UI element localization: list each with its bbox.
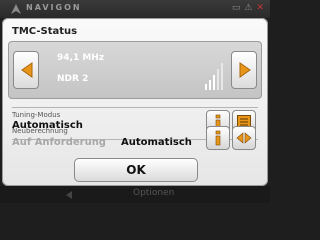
- options-menu[interactable]: Optionen: [133, 188, 174, 198]
- recalc-label: Neuberechnung: [12, 127, 68, 135]
- recalc-on-demand-option: Auf Anforderung: [12, 137, 106, 148]
- arrow-right-icon: [239, 62, 251, 78]
- frequency-text: 94,1 MHz: [57, 53, 105, 63]
- station-panel: 94,1 MHz NDR 2: [8, 41, 262, 99]
- brand-name: NAVIGON: [26, 3, 82, 12]
- recalc-value: Automatisch: [121, 137, 192, 148]
- tuning-mode-label: Tuning-Modus: [12, 111, 61, 119]
- recalc-toggle-button[interactable]: [232, 126, 256, 150]
- top-bar: NAVIGON ▭ ⚠ ✕: [0, 0, 270, 18]
- signal-strength-icon: [205, 63, 223, 90]
- navigon-logo-icon: [11, 4, 21, 14]
- toggle-arrows-icon: [236, 132, 252, 144]
- tmc-status-dialog: TMC-Status 94,1 MHz NDR 2 Tuning-Modus A…: [2, 18, 268, 186]
- arrow-left-icon: [21, 62, 33, 78]
- divider: [12, 107, 258, 108]
- next-station-button[interactable]: [231, 51, 257, 89]
- station-name: NDR 2: [57, 74, 89, 84]
- no-gps-icon: ✕: [256, 3, 264, 13]
- tmc-status-icon: ▭: [231, 3, 241, 13]
- status-icons: ▭ ⚠ ✕: [232, 3, 264, 13]
- previous-station-button[interactable]: [13, 51, 39, 89]
- info-icon: [215, 130, 221, 146]
- back-arrow-icon: [66, 191, 72, 199]
- ok-button[interactable]: OK: [74, 158, 198, 182]
- recalc-info-button[interactable]: [206, 126, 230, 150]
- warning-icon: ⚠: [244, 3, 253, 13]
- dialog-title: TMC-Status: [12, 26, 78, 37]
